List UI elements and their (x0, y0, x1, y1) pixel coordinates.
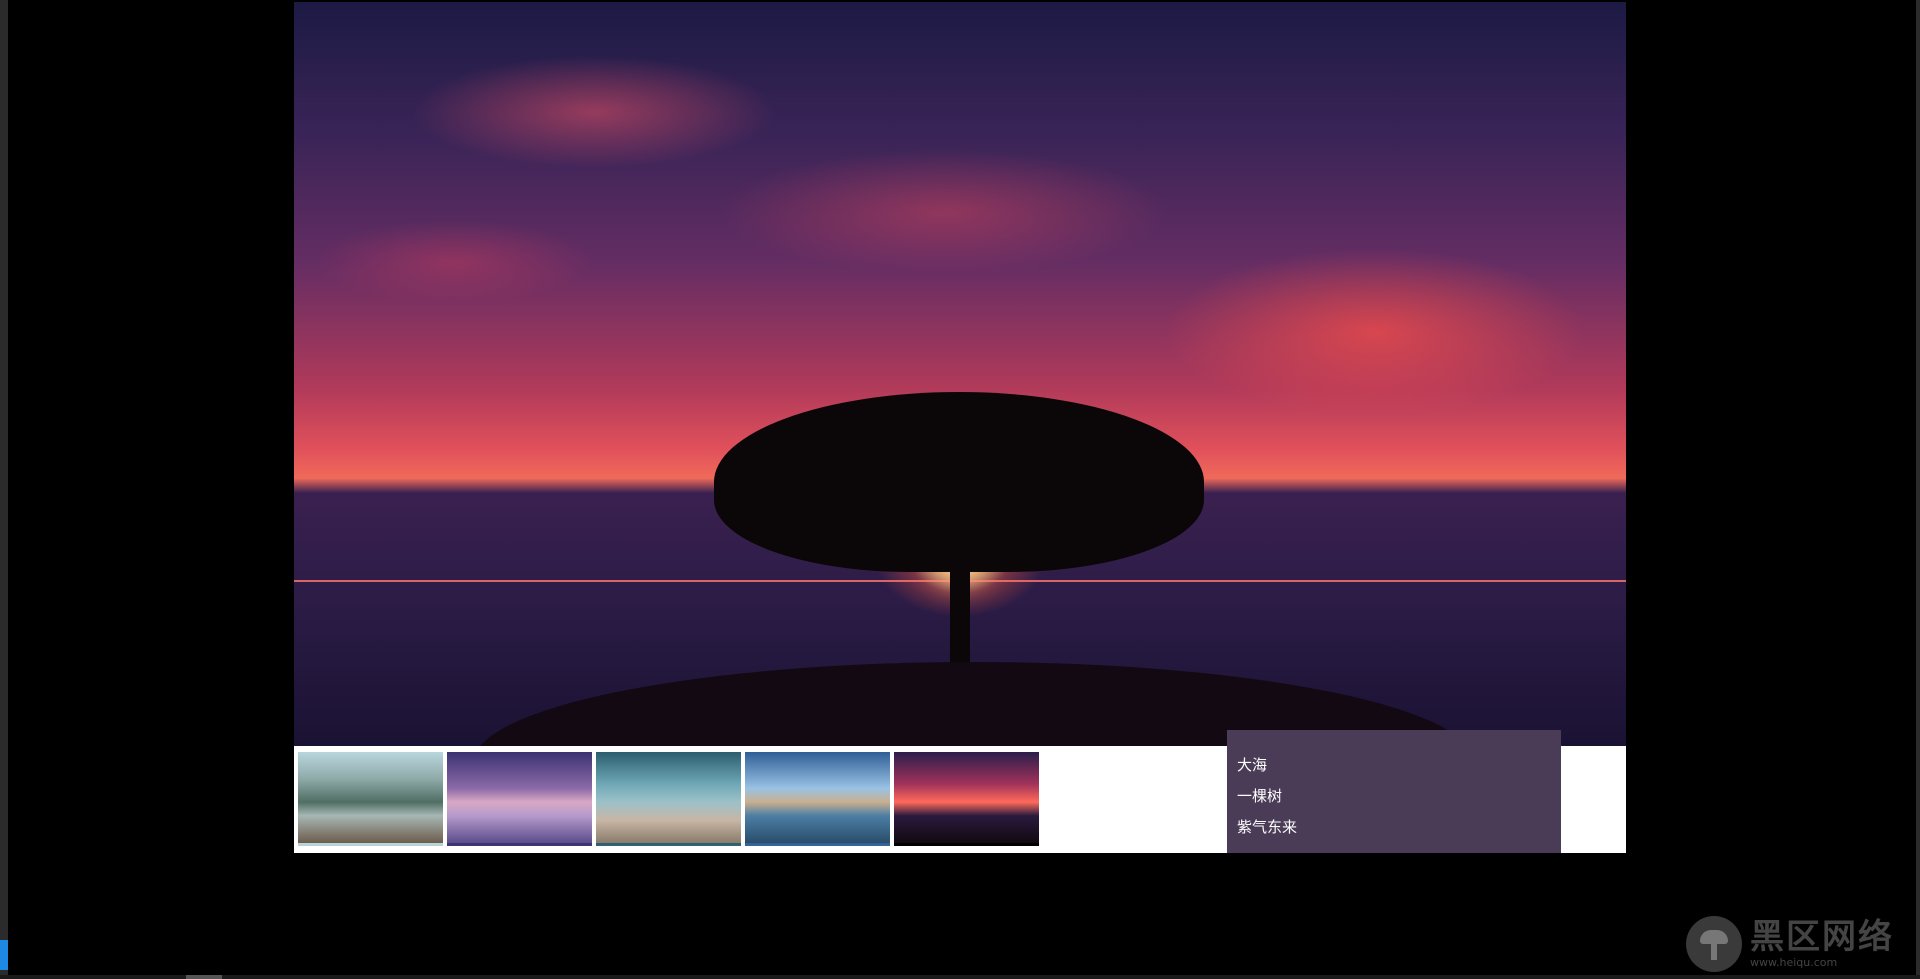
thumbnail-5-active[interactable] (894, 752, 1039, 846)
mushroom-logo-icon (1686, 916, 1742, 972)
image-slider: 大海 一棵树 紫气东来 (294, 2, 1626, 853)
caption-item-2[interactable]: 一棵树 (1237, 781, 1551, 812)
tree-trunk (950, 562, 970, 672)
right-window-edge (1916, 0, 1920, 979)
watermark-url: www.heiqu.com (1750, 956, 1838, 969)
thumbnail-3[interactable] (596, 752, 741, 846)
scrollbar-thumb[interactable] (186, 975, 222, 979)
watermark-title: 黑区网络 (1750, 917, 1894, 957)
caption-item-1[interactable]: 大海 (1237, 750, 1551, 781)
caption-item-3[interactable]: 紫气东来 (1237, 812, 1551, 843)
thumbnail-4[interactable] (745, 752, 890, 846)
horizontal-scrollbar[interactable] (0, 975, 1920, 979)
thumbnail-1[interactable] (298, 752, 443, 846)
caption-panel: 大海 一棵树 紫气东来 (1227, 730, 1561, 853)
thumbnail-2[interactable] (447, 752, 592, 846)
left-window-edge (0, 0, 8, 979)
tree-crown (714, 392, 1204, 572)
sky-clouds (294, 2, 1626, 422)
edge-indicator (0, 940, 8, 970)
thumbnail-strip (298, 752, 1039, 848)
main-slide-image (294, 2, 1626, 746)
site-watermark: 黑区网络 www.heiqu.com (1686, 912, 1916, 976)
